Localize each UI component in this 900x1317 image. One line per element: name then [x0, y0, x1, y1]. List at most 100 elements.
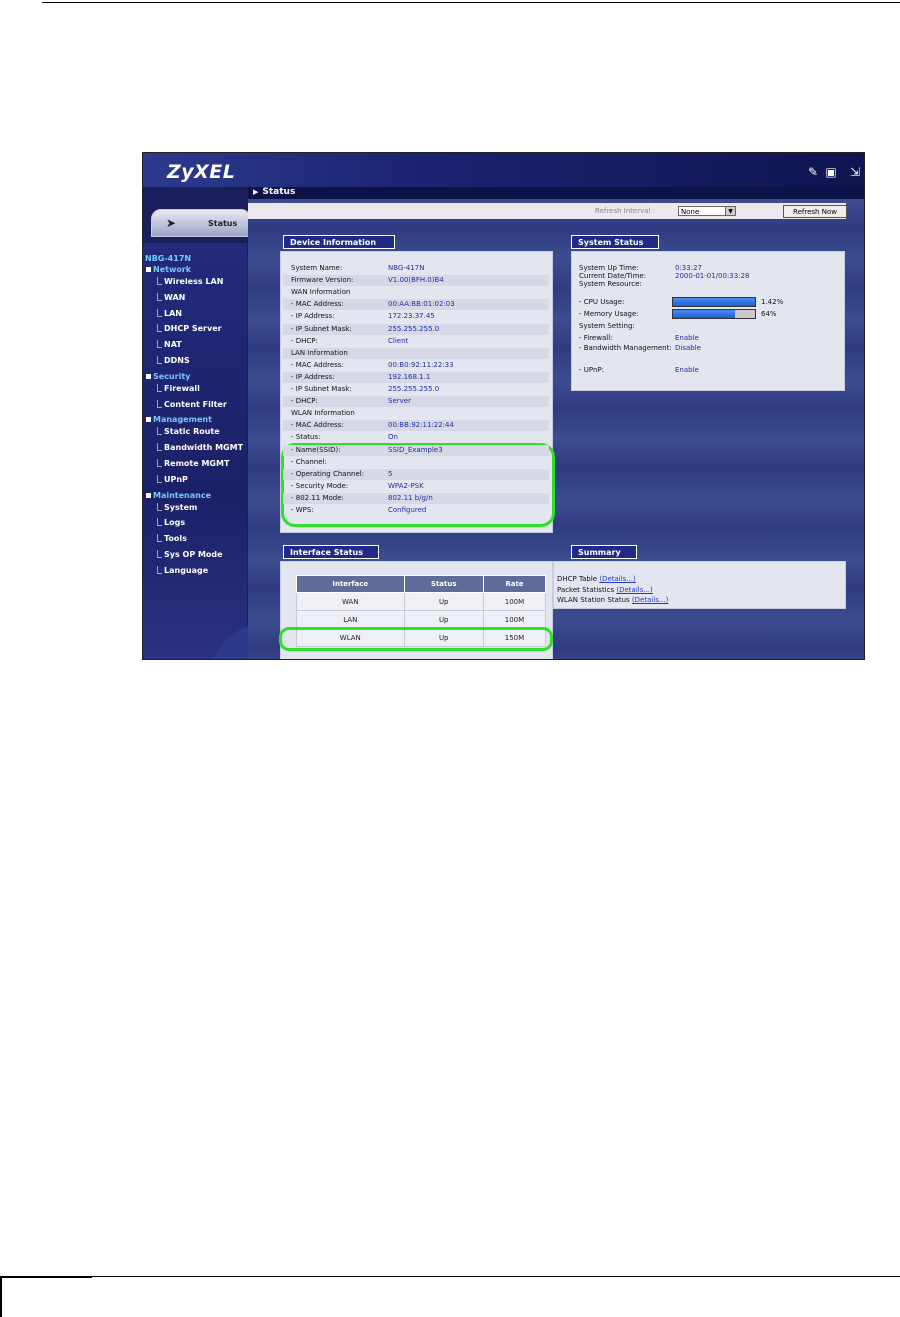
device-info-label: - Status: — [291, 433, 321, 442]
sidebar-item-content-filter[interactable]: Content Filter — [157, 399, 267, 409]
sidebar-item-label: Content Filter — [164, 399, 227, 409]
wizard-icon[interactable]: ✎ — [806, 166, 820, 178]
device-info-label: WLAN Information — [291, 409, 355, 418]
sidebar-item-system[interactable]: System — [157, 502, 267, 512]
summary-row: DHCP Table (Details...) — [557, 575, 636, 583]
device-info-value: 00:AA:BB:01:02:03 — [388, 300, 455, 309]
tree-line-icon — [157, 534, 162, 543]
system-status-label: System Setting: — [579, 322, 635, 330]
sidebar-group-management[interactable]: Management — [146, 415, 256, 424]
device-info-row: - IP Address: 172.23.37.45 — [283, 311, 549, 322]
sidebar-item-label: UPnP — [164, 474, 188, 484]
tree-line-icon — [157, 502, 162, 511]
device-info-row: Firmware Version: V1.00(BFH.0)B4 — [283, 275, 549, 287]
tree-line-icon — [157, 292, 162, 301]
device-info-row: - Operating Channel: 5 — [283, 468, 549, 480]
refresh-interval-label: Refresh Interval : — [595, 207, 656, 215]
bottom-rule — [92, 1276, 900, 1277]
device-info-row: - MAC Address: 00:AA:BB:01:02:03 — [283, 299, 549, 311]
device-info-label: - Security Mode: — [291, 481, 349, 490]
sidebar-item-label: Security — [153, 371, 191, 381]
device-info-row: - Name(SSID): SSID_Example3 — [283, 444, 549, 456]
help-icon[interactable]: ▣ — [824, 166, 838, 178]
top-rule — [42, 2, 900, 3]
device-info-label: - WPS: — [291, 506, 314, 514]
device-info-label: - IP Subnet Mask: — [291, 324, 352, 333]
tree-line-icon — [157, 518, 162, 527]
device-info-value: On — [388, 433, 398, 442]
device-info-row: - IP Address: 192.168.1.1 — [283, 371, 549, 383]
sidebar-group-maintenance[interactable]: Maintenance — [146, 491, 256, 500]
device-info-row: - Channel: — [283, 457, 549, 468]
table-header-cell: Rate — [482, 575, 547, 593]
top-banner — [143, 153, 864, 187]
device-info-label: - Channel: — [291, 457, 327, 466]
sidebar-item-lan[interactable]: LAN — [157, 308, 267, 318]
device-info-row: - IP Subnet Mask: 255.255.255.0 — [283, 384, 549, 395]
device-info-value: Configured — [388, 506, 427, 514]
sidebar-item-bandwidth-mgmt[interactable]: Bandwidth MGMT — [157, 443, 267, 452]
sidebar-item-wireless-lan[interactable]: Wireless LAN — [157, 277, 267, 286]
sidebar-item-language[interactable]: Language — [157, 565, 267, 575]
sidebar-group-security[interactable]: Security — [146, 372, 256, 381]
refresh-bar — [248, 203, 846, 219]
device-info-label: System Name: — [291, 264, 343, 272]
tree-line-icon — [157, 443, 162, 452]
device-info-value: 172.23.37.45 — [388, 312, 435, 321]
sidebar-item-upnp[interactable]: UPnP — [157, 474, 267, 484]
logout-icon[interactable]: ⇲ — [848, 166, 862, 178]
sidebar-item-remote-mgmt[interactable]: Remote MGMT — [157, 459, 267, 468]
table-row: LAN Up 100M — [296, 610, 547, 629]
sidebar-item-ddns[interactable]: DDNS — [157, 356, 267, 365]
device-info-value: 5 — [388, 469, 393, 478]
tab-status[interactable]: ➤ Status — [151, 209, 251, 237]
sidebar-item-label: Management — [153, 415, 212, 425]
sidebar-item-static-route[interactable]: Static Route — [157, 427, 267, 436]
sidebar-group-network[interactable]: Network — [146, 265, 256, 274]
details-link[interactable]: (Details...) — [632, 596, 668, 604]
usage-bar-fill — [673, 298, 755, 306]
usage-bar — [672, 309, 756, 319]
sidebar-item-wan[interactable]: WAN — [157, 292, 267, 302]
device-info-label: - 802.11 Mode: — [291, 493, 344, 502]
sidebar-item-sys-op-mode[interactable]: Sys OP Mode — [157, 550, 267, 559]
sidebar-item-label: Language — [164, 565, 209, 575]
device-info-label: - MAC Address: — [291, 421, 344, 430]
usage-bar-fill — [673, 310, 736, 318]
device-info-row: WAN Information — [283, 287, 549, 298]
refresh-now-button[interactable]: Refresh Now — [783, 205, 847, 218]
system-status-row: - CPU Usage: 1.42% — [579, 297, 839, 308]
sidebar-item-firewall[interactable]: Firewall — [157, 383, 267, 393]
sidebar-item-nat[interactable]: NAT — [157, 340, 267, 349]
tree-line-icon — [157, 324, 162, 333]
sidebar-item-tools[interactable]: Tools — [157, 534, 267, 543]
sidebar-item-logs[interactable]: Logs — [157, 518, 267, 527]
device-info-value: WPA2-PSK — [388, 481, 424, 490]
summary-label: WLAN Station Status — [557, 596, 630, 604]
device-info-label: LAN Information — [291, 348, 348, 357]
device-info-value: 802.11 b/g/n — [388, 493, 433, 502]
summary-label: Packet Statistics — [557, 585, 615, 594]
system-status-row: - Memory Usage: 64% — [579, 309, 839, 320]
device-info-label: Firmware Version: — [291, 276, 354, 285]
sidebar-item-dhcp-server[interactable]: DHCP Server — [157, 324, 267, 333]
device-info-row: - MAC Address: 00:B0:92:11:22:33 — [283, 360, 549, 371]
sidebar-item-label: LAN — [164, 308, 182, 318]
tree-line-icon — [157, 565, 162, 574]
tree-line-icon — [157, 474, 162, 483]
device-info-value: SSID_Example3 — [388, 445, 443, 454]
refresh-interval-value: None — [681, 208, 700, 216]
system-status-row: - UPnP: Enable — [579, 365, 839, 376]
system-status-label: - CPU Usage: — [579, 298, 625, 306]
table-header-cell: Interface — [296, 575, 405, 593]
refresh-interval-select[interactable]: None ▼ — [678, 206, 736, 216]
tree-line-icon — [157, 356, 162, 364]
details-link[interactable]: (Details...) — [599, 575, 635, 583]
sidebar-item-label: Maintenance — [153, 490, 212, 500]
device-information-header: Device Information — [283, 235, 395, 249]
details-link[interactable]: (Details...) — [616, 586, 652, 594]
device-info-row: - DHCP: Server — [283, 396, 549, 408]
breadcrumb-label: Status — [262, 187, 296, 197]
device-info-row: - MAC Address: 00:BB:92:11:22:44 — [283, 420, 549, 432]
arrow-icon: ▶ — [253, 188, 259, 196]
